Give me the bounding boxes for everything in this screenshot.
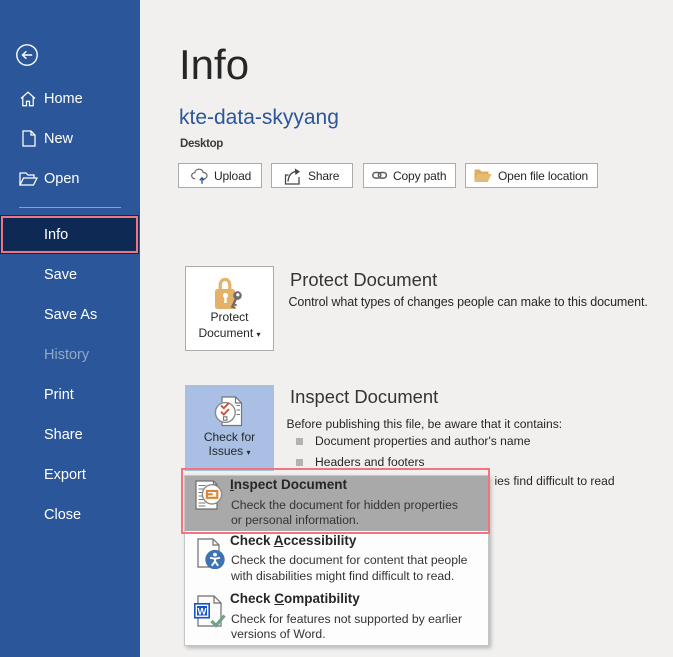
svg-text:W: W xyxy=(198,607,207,618)
